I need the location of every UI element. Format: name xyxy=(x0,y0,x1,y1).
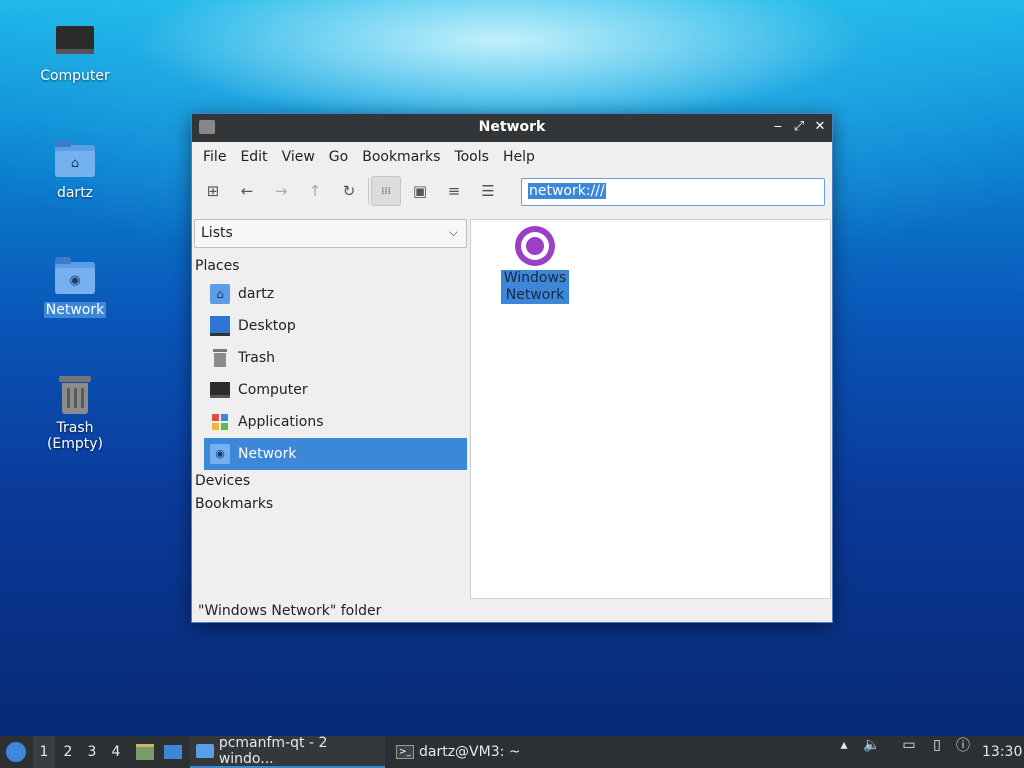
home-folder-icon: ⌂ xyxy=(53,137,97,181)
menu-view[interactable]: View xyxy=(275,149,322,165)
sidebar-item-applications[interactable]: Applications xyxy=(204,406,467,438)
address-bar[interactable]: network:/// xyxy=(521,178,825,206)
task-terminal[interactable]: >_ dartz@VM3: ~ xyxy=(390,736,560,768)
up-icon[interactable]: ↑ xyxy=(300,176,330,206)
folder-icon xyxy=(196,744,214,758)
task-label: pcmanfm-qt - 2 windo... xyxy=(218,735,328,767)
toolbar: ⊞ ← → ↑ ↻ ⁞⁞⁞ ▣ ≡ ☰ network:/// xyxy=(192,172,832,210)
quicklaunch-files[interactable] xyxy=(134,736,156,768)
reload-icon[interactable]: ↻ xyxy=(334,176,364,206)
start-menu-button[interactable] xyxy=(4,736,28,768)
taskbar: 1 2 3 4 pcmanfm-qt - 2 windo... >_ dartz… xyxy=(0,735,1024,768)
sidebar-item-label: Desktop xyxy=(238,318,296,334)
notification-icon[interactable]: ⓘ xyxy=(954,736,972,754)
side-pane: Lists ⌵ Places ⌂ dartz Desktop Trash Com… xyxy=(193,218,469,598)
compact-view-icon[interactable]: ≡ xyxy=(439,176,469,206)
side-pane-mode-select[interactable]: Lists ⌵ xyxy=(194,219,467,248)
clock[interactable]: 13:30 xyxy=(982,736,1022,768)
sidebar-item-desktop[interactable]: Desktop xyxy=(204,310,467,342)
trash-icon xyxy=(210,348,230,368)
computer-icon xyxy=(53,20,97,64)
network-monitor-icon[interactable]: ▭ xyxy=(900,736,918,754)
places-header[interactable]: Places xyxy=(195,258,240,274)
desktop-icon-network[interactable]: ◉ Network xyxy=(25,254,125,318)
close-button[interactable]: ✕ xyxy=(811,118,829,136)
icon-view-icon[interactable]: ⁞⁞⁞ xyxy=(371,176,401,206)
folder-view[interactable]: Windows Network xyxy=(470,219,831,599)
desktop-icon-trash[interactable]: Trash (Empty) xyxy=(25,372,125,452)
forward-icon[interactable]: → xyxy=(266,176,296,206)
quicklaunch-desktop[interactable] xyxy=(162,736,184,768)
task-pcmanfm[interactable]: pcmanfm-qt - 2 windo... xyxy=(190,735,385,768)
task-label: dartz@VM3: ~ xyxy=(419,744,521,760)
sidebar-item-dartz[interactable]: ⌂ dartz xyxy=(204,278,467,310)
menu-bookmarks[interactable]: Bookmarks xyxy=(355,149,447,165)
sidebar-item-computer[interactable]: Computer xyxy=(204,374,467,406)
clipboard-icon[interactable]: ▯ xyxy=(928,736,946,754)
sidebar-item-label: Network xyxy=(238,446,297,462)
desktop-icon-computer[interactable]: Computer xyxy=(25,20,125,84)
minimize-button[interactable]: ‒ xyxy=(769,118,787,136)
home-folder-icon: ⌂ xyxy=(210,284,230,304)
desktop-icon-label: Network xyxy=(43,302,107,318)
address-text: network:/// xyxy=(528,183,606,199)
thumbnail-view-icon[interactable]: ▣ xyxy=(405,176,435,206)
workspace-2[interactable]: 2 xyxy=(57,736,79,768)
terminal-icon: >_ xyxy=(396,745,414,759)
menu-tools[interactable]: Tools xyxy=(447,149,496,165)
file-item-label: Windows Network xyxy=(501,270,569,304)
file-manager-window: Network ‒ ⤢ ✕ File Edit View Go Bookmark… xyxy=(191,113,833,623)
window-title: Network xyxy=(478,119,546,135)
sidebar-item-label: Computer xyxy=(238,382,308,398)
workspace-3[interactable]: 3 xyxy=(81,736,103,768)
back-icon[interactable]: ← xyxy=(232,176,262,206)
maximize-button[interactable]: ⤢ xyxy=(790,118,808,136)
desktop-icon-label: Computer xyxy=(40,68,110,84)
bookmarks-header[interactable]: Bookmarks xyxy=(195,496,273,512)
sidebar-item-label: Applications xyxy=(238,414,324,430)
windows-network-icon xyxy=(515,226,555,266)
workspace-4[interactable]: 4 xyxy=(105,736,127,768)
show-desktop-icon xyxy=(164,745,182,759)
file-manager-icon xyxy=(136,744,154,760)
tray-arrow-icon[interactable]: ▴ xyxy=(835,736,853,754)
menu-edit[interactable]: Edit xyxy=(233,149,274,165)
desktop-icon-label: Trash (Empty) xyxy=(46,420,104,452)
title-bar[interactable]: Network ‒ ⤢ ✕ xyxy=(192,114,832,142)
volume-icon[interactable]: 🔈 xyxy=(863,736,881,754)
menu-help[interactable]: Help xyxy=(496,149,542,165)
lxqt-logo-icon xyxy=(6,742,26,762)
new-tab-icon[interactable]: ⊞ xyxy=(198,176,228,206)
applications-icon xyxy=(210,412,230,432)
file-item-windows-network[interactable]: Windows Network xyxy=(501,226,569,304)
desktop-icon xyxy=(210,316,230,336)
menu-file[interactable]: File xyxy=(196,149,233,165)
menu-bar: File Edit View Go Bookmarks Tools Help xyxy=(192,142,832,172)
sidebar-item-trash[interactable]: Trash xyxy=(204,342,467,374)
sidebar-item-label: Trash xyxy=(238,350,275,366)
network-folder-icon: ◉ xyxy=(53,254,97,298)
computer-icon xyxy=(210,382,230,398)
chevron-down-icon: ⌵ xyxy=(448,225,458,239)
menu-go[interactable]: Go xyxy=(322,149,355,165)
sidebar-item-label: dartz xyxy=(238,286,275,302)
status-bar: "Windows Network" folder xyxy=(198,603,382,619)
detailed-list-icon[interactable]: ☰ xyxy=(473,176,503,206)
desktop-icon-home[interactable]: ⌂ dartz xyxy=(25,137,125,201)
workspace-1[interactable]: 1 xyxy=(33,736,55,768)
trash-icon xyxy=(53,372,97,416)
side-pane-mode-value: Lists xyxy=(201,225,233,241)
toolbar-separator xyxy=(368,178,369,204)
network-icon: ◉ xyxy=(210,444,230,464)
desktop-icon-label: dartz xyxy=(56,185,94,201)
devices-header[interactable]: Devices xyxy=(195,473,250,489)
sidebar-item-network[interactable]: ◉ Network xyxy=(204,438,467,470)
